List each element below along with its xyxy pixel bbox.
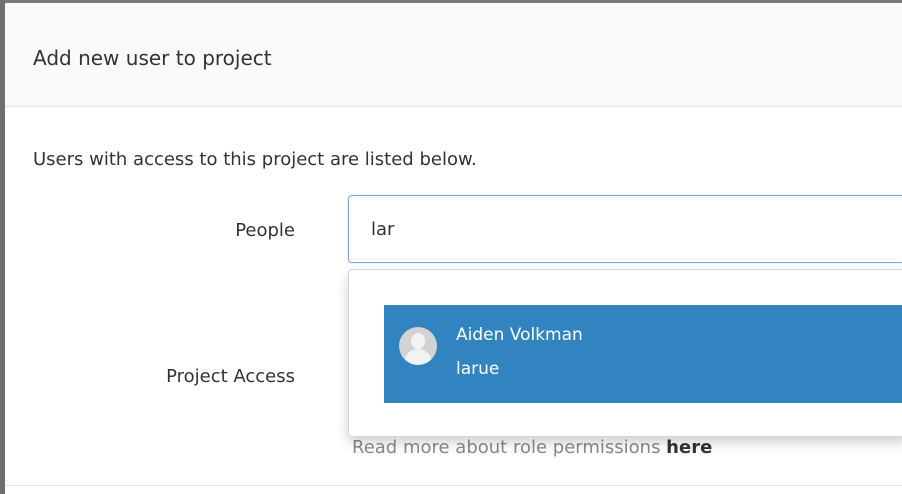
- people-suggestions-dropdown: Aiden Volkman larue: [348, 269, 902, 437]
- people-input[interactable]: [348, 195, 902, 263]
- suggestion-name: Aiden Volkman: [456, 325, 583, 345]
- project-access-label: Project Access: [166, 366, 295, 387]
- people-label: People: [235, 220, 295, 241]
- intro-text: Users with access to this project are li…: [33, 149, 477, 170]
- page: Add new user to project Users with acces…: [0, 0, 902, 494]
- role-permissions-link[interactable]: here: [666, 437, 712, 458]
- avatar-body-icon: [405, 349, 431, 365]
- avatar-head-icon: [411, 333, 425, 349]
- panel-bottom-divider: [5, 485, 902, 486]
- suggestion-username: larue: [456, 359, 500, 379]
- panel-body: Users with access to this project are li…: [5, 107, 902, 485]
- panel-header: Add new user to project: [5, 3, 902, 107]
- suggestion-item-aiden-volkman[interactable]: Aiden Volkman larue: [384, 305, 902, 403]
- panel-title: Add new user to project: [33, 46, 272, 70]
- role-permissions-hint: Read more about role permissions here: [352, 437, 712, 459]
- avatar: [399, 327, 437, 365]
- add-user-panel: Add new user to project Users with acces…: [5, 3, 902, 494]
- role-permissions-hint-text: Read more about role permissions: [352, 437, 667, 458]
